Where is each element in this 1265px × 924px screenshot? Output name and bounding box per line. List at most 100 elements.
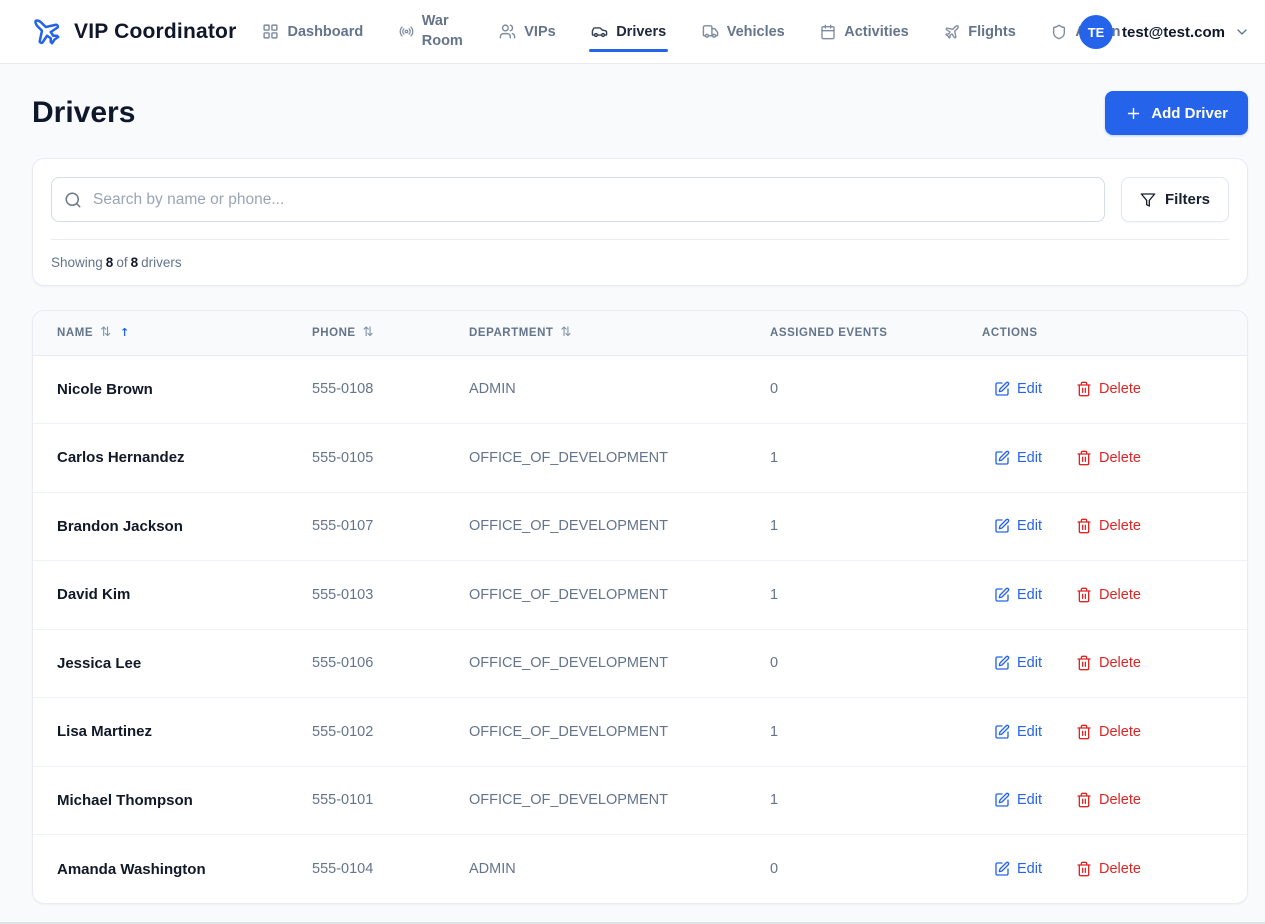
driver-assigned-events: 1	[770, 766, 982, 835]
edit-pencil-icon	[994, 861, 1010, 877]
edit-pencil-icon	[994, 792, 1010, 808]
driver-department: OFFICE_OF_DEVELOPMENT	[469, 561, 770, 630]
edit-button[interactable]: Edit	[994, 655, 1042, 671]
sort-icon: ⇅	[100, 325, 111, 340]
driver-name: Amanda Washington	[33, 835, 312, 904]
column-label: DEPARTMENT	[469, 327, 554, 339]
delete-button[interactable]: Delete	[1076, 587, 1141, 603]
grid-icon	[262, 23, 279, 40]
driver-name: Nicole Brown	[33, 355, 312, 424]
user-menu[interactable]: TE test@test.com	[1079, 0, 1250, 64]
results-count: Showing8of8drivers	[51, 240, 1229, 270]
edit-label: Edit	[1017, 381, 1042, 397]
total-count: 8	[131, 255, 139, 270]
trash-icon	[1076, 861, 1092, 877]
delete-button[interactable]: Delete	[1076, 861, 1141, 877]
search-panel: Filters Showing8of8drivers	[32, 158, 1248, 286]
brand[interactable]: VIP Coordinator	[32, 17, 236, 47]
driver-phone: 555-0104	[312, 835, 469, 904]
edit-button[interactable]: Edit	[994, 381, 1042, 397]
nav-label: Activities	[844, 24, 908, 40]
edit-button[interactable]: Edit	[994, 450, 1042, 466]
driver-department: OFFICE_OF_DEVELOPMENT	[469, 492, 770, 561]
nav-label: War Room	[422, 12, 464, 51]
chevron-down-icon[interactable]	[1234, 24, 1250, 40]
nav-item-dashboard[interactable]: Dashboard	[262, 23, 363, 40]
driver-assigned-events: 0	[770, 629, 982, 698]
delete-button[interactable]: Delete	[1076, 381, 1141, 397]
driver-assigned-events: 0	[770, 835, 982, 904]
driver-department: OFFICE_OF_DEVELOPMENT	[469, 698, 770, 767]
driver-assigned-events: 1	[770, 492, 982, 561]
nav-label: Vehicles	[727, 24, 785, 40]
page-title: Drivers	[32, 96, 135, 130]
nav-item-drivers[interactable]: Drivers	[591, 23, 666, 40]
trash-icon	[1076, 518, 1092, 534]
driver-assigned-events: 1	[770, 561, 982, 630]
drivers-page: Drivers Add Driver	[32, 91, 1248, 904]
trash-icon	[1076, 724, 1092, 740]
delete-button[interactable]: Delete	[1076, 518, 1141, 534]
edit-pencil-icon	[994, 655, 1010, 671]
driver-name: Brandon Jackson	[33, 492, 312, 561]
of-word: of	[116, 255, 127, 270]
delete-label: Delete	[1099, 587, 1141, 603]
driver-assigned-events: 1	[770, 424, 982, 493]
add-driver-button[interactable]: Add Driver	[1105, 91, 1248, 135]
delete-button[interactable]: Delete	[1076, 724, 1141, 740]
driver-name: Lisa Martinez	[33, 698, 312, 767]
delete-button[interactable]: Delete	[1076, 450, 1141, 466]
edit-button[interactable]: Edit	[994, 518, 1042, 534]
driver-phone: 555-0101	[312, 766, 469, 835]
driver-phone: 555-0103	[312, 561, 469, 630]
edit-button[interactable]: Edit	[994, 792, 1042, 808]
delete-label: Delete	[1099, 381, 1141, 397]
search-input[interactable]	[51, 177, 1105, 222]
edit-pencil-icon	[994, 587, 1010, 603]
nav-item-activities[interactable]: Activities	[820, 24, 908, 40]
sort-icon: ⇅	[561, 325, 572, 340]
column-label: ASSIGNED EVENTS	[770, 327, 888, 339]
delete-label: Delete	[1099, 450, 1141, 466]
avatar[interactable]: TE	[1079, 15, 1113, 49]
delete-label: Delete	[1099, 861, 1141, 877]
driver-name: Michael Thompson	[33, 766, 312, 835]
edit-button[interactable]: Edit	[994, 724, 1042, 740]
brand-title: VIP Coordinator	[74, 20, 236, 44]
driver-phone: 555-0102	[312, 698, 469, 767]
sort-asc-icon: ↑	[120, 326, 130, 339]
delete-button[interactable]: Delete	[1076, 655, 1141, 671]
edit-label: Edit	[1017, 655, 1042, 671]
column-header-name[interactable]: NAME ⇅ ↑	[33, 311, 312, 355]
driver-name: David Kim	[33, 561, 312, 630]
edit-pencil-icon	[994, 518, 1010, 534]
driver-department: OFFICE_OF_DEVELOPMENT	[469, 766, 770, 835]
edit-label: Edit	[1017, 450, 1042, 466]
driver-assigned-events: 0	[770, 355, 982, 424]
column-header-phone[interactable]: PHONE ⇅	[312, 311, 469, 355]
radio-icon	[399, 24, 414, 39]
column-header-department[interactable]: DEPARTMENT ⇅	[469, 311, 770, 355]
nav-label: Drivers	[616, 24, 666, 40]
edit-button[interactable]: Edit	[994, 587, 1042, 603]
filters-button[interactable]: Filters	[1121, 177, 1229, 222]
showing-prefix: Showing	[51, 255, 103, 270]
search-icon	[64, 191, 82, 209]
nav-label: Dashboard	[287, 24, 363, 40]
table-row: Brandon Jackson 555-0107 OFFICE_OF_DEVEL…	[33, 492, 1247, 561]
table-row: Amanda Washington 555-0104 ADMIN 0 Edit	[33, 835, 1247, 904]
table-row: Jessica Lee 555-0106 OFFICE_OF_DEVELOPME…	[33, 629, 1247, 698]
truck-icon	[702, 23, 719, 40]
nav-item-vehicles[interactable]: Vehicles	[702, 23, 785, 40]
delete-button[interactable]: Delete	[1076, 792, 1141, 808]
driver-name: Jessica Lee	[33, 629, 312, 698]
nav-item-war-room[interactable]: War Room	[399, 12, 464, 51]
edit-label: Edit	[1017, 518, 1042, 534]
edit-label: Edit	[1017, 587, 1042, 603]
nav-item-vips[interactable]: VIPs	[499, 23, 555, 40]
nav-item-flights[interactable]: Flights	[944, 24, 1016, 40]
edit-button[interactable]: Edit	[994, 861, 1042, 877]
column-header-actions: ACTIONS	[982, 311, 1247, 355]
table-row: Lisa Martinez 555-0102 OFFICE_OF_DEVELOP…	[33, 698, 1247, 767]
edit-label: Edit	[1017, 792, 1042, 808]
